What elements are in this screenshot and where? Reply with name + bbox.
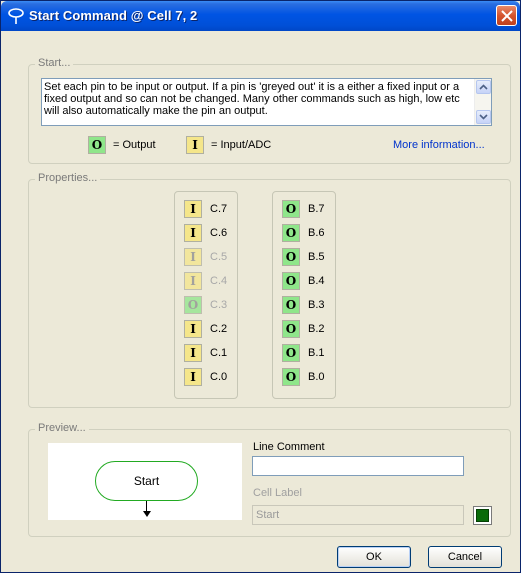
input-legend-symbol: I — [186, 136, 204, 154]
properties-group-legend: Properties... — [35, 172, 101, 184]
start-node-icon — [8, 8, 24, 24]
port-c-pins: I C.7 I C.6 I C.5 I C.4 O C.3 I C.2 I C.1 I C.0 — [174, 191, 238, 399]
preview-group-legend: Preview... — [35, 422, 89, 434]
chevron-down-icon — [479, 114, 488, 120]
ok-button[interactable]: OK — [337, 546, 411, 568]
start-node: Start — [95, 461, 198, 501]
description-textbox[interactable]: Set each pin to be input or output. If a… — [41, 78, 492, 126]
cell-color-swatch — [476, 509, 489, 522]
pin-label: C.3 — [210, 299, 228, 311]
pin-label: C.4 — [210, 275, 228, 287]
pin-row-c-2[interactable]: I C.2 — [184, 320, 244, 338]
pin-label: B.1 — [308, 347, 325, 359]
pin-row-b-6[interactable]: O B.6 — [282, 224, 342, 242]
title-bar[interactable]: Start Command @ Cell 7, 2 — [1, 1, 520, 31]
input-legend: I = Input/ADC — [186, 136, 271, 154]
pin-label: B.5 — [308, 251, 325, 263]
pin-label: C.0 — [210, 371, 228, 383]
pin-mode-toggle[interactable]: O — [282, 224, 300, 242]
pin-mode-toggle[interactable]: O — [282, 200, 300, 218]
pin-row-c-0[interactable]: I C.0 — [184, 368, 244, 386]
pin-row-b-3[interactable]: O B.3 — [282, 296, 342, 314]
pin-mode-toggle[interactable]: O — [282, 296, 300, 314]
pin-label: C.6 — [210, 227, 228, 239]
pin-label: B.6 — [308, 227, 325, 239]
pin-row-c-6[interactable]: I C.6 — [184, 224, 244, 242]
output-legend-label: = Output — [113, 139, 156, 151]
pin-mode-toggle: I — [184, 272, 202, 290]
pin-label: C.5 — [210, 251, 228, 263]
pin-mode-toggle[interactable]: I — [184, 344, 202, 362]
pin-label: B.3 — [308, 299, 325, 311]
pin-mode-toggle: I — [184, 248, 202, 266]
start-group-legend: Start... — [35, 57, 74, 69]
pin-label: B.2 — [308, 323, 325, 335]
scroll-up-button[interactable] — [476, 80, 491, 94]
pin-row-b-5[interactable]: O B.5 — [282, 248, 342, 266]
pin-label: B.4 — [308, 275, 325, 287]
line-comment-input[interactable] — [252, 456, 464, 476]
output-legend-symbol: O — [88, 136, 106, 154]
pin-label: B.0 — [308, 371, 325, 383]
pin-row-b-7[interactable]: O B.7 — [282, 200, 342, 218]
pin-row-b-2[interactable]: O B.2 — [282, 320, 342, 338]
pin-mode-toggle[interactable]: O — [282, 344, 300, 362]
pin-row-b-0[interactable]: O B.0 — [282, 368, 342, 386]
pin-mode-toggle[interactable]: O — [282, 248, 300, 266]
window-title: Start Command @ Cell 7, 2 — [29, 8, 198, 23]
pin-mode-toggle[interactable]: O — [282, 320, 300, 338]
arrow-down-icon — [143, 511, 151, 517]
line-comment-label: Line Comment — [253, 441, 325, 453]
input-legend-label: = Input/ADC — [211, 139, 272, 151]
pin-mode-toggle[interactable]: I — [184, 320, 202, 338]
pin-mode-toggle[interactable]: I — [184, 200, 202, 218]
pin-mode-toggle: O — [184, 296, 202, 314]
close-button[interactable] — [496, 5, 517, 26]
pin-mode-toggle[interactable]: I — [184, 224, 202, 242]
pin-row-c-5: I C.5 — [184, 248, 244, 266]
scroll-down-button[interactable] — [476, 110, 491, 124]
pin-label: B.7 — [308, 203, 325, 215]
properties-group: Properties... — [28, 172, 511, 408]
pin-row-c-4: I C.4 — [184, 272, 244, 290]
pin-mode-toggle[interactable]: O — [282, 368, 300, 386]
pin-mode-toggle[interactable]: O — [282, 272, 300, 290]
flowchart-preview: Start — [48, 443, 242, 520]
chevron-up-icon — [479, 84, 488, 90]
port-b-pins: O B.7 O B.6 O B.5 O B.4 O B.3 O B.2 O B.1 O B.0 — [272, 191, 336, 399]
start-command-dialog: Start Command @ Cell 7, 2 Start... Set e… — [0, 0, 521, 573]
pin-row-c-7[interactable]: I C.7 — [184, 200, 244, 218]
description-text: Set each pin to be input or output. If a… — [44, 81, 460, 117]
cancel-button[interactable]: Cancel — [428, 546, 502, 568]
pin-label: C.2 — [210, 323, 228, 335]
pin-row-c-3: O C.3 — [184, 296, 244, 314]
cell-color-button[interactable] — [473, 506, 492, 525]
cell-label-label: Cell Label — [253, 487, 302, 499]
description-scrollbar[interactable] — [474, 79, 491, 125]
pin-row-c-1[interactable]: I C.1 — [184, 344, 244, 362]
pin-row-b-4[interactable]: O B.4 — [282, 272, 342, 290]
output-legend: O = Output — [88, 136, 156, 154]
pin-label: C.7 — [210, 203, 228, 215]
pin-mode-toggle[interactable]: I — [184, 368, 202, 386]
pin-row-b-1[interactable]: O B.1 — [282, 344, 342, 362]
cell-label-input[interactable]: Start — [252, 505, 464, 525]
more-information-link[interactable]: More information... — [393, 139, 485, 151]
pin-label: C.1 — [210, 347, 228, 359]
close-icon — [501, 10, 513, 22]
